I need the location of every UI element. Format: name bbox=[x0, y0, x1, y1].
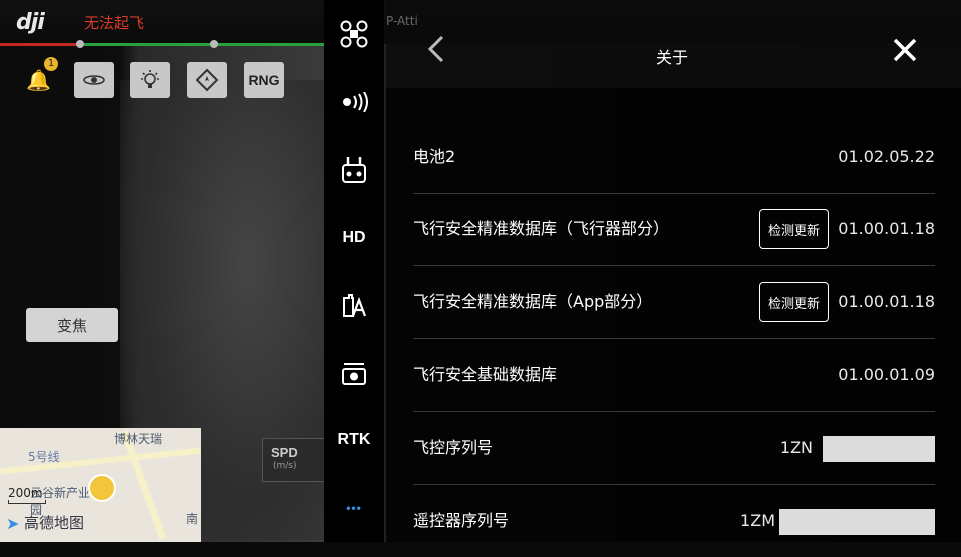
hd-settings-button[interactable]: HD bbox=[332, 216, 376, 260]
rng-button[interactable]: RNG bbox=[244, 62, 284, 98]
info-row-flysafe-app: 飞行安全精准数据库（App部分） 检测更新 01.00.01.18 bbox=[413, 266, 935, 339]
drone-settings-button[interactable] bbox=[332, 12, 376, 56]
notification-badge: 1 bbox=[44, 57, 58, 71]
zoom-button[interactable]: 变焦 bbox=[26, 308, 118, 342]
status-line-green bbox=[80, 43, 325, 46]
dji-logo[interactable]: dji bbox=[16, 10, 45, 35]
info-row-fc-serial: 飞控序列号 1ZN bbox=[413, 412, 935, 485]
back-arrow-icon[interactable] bbox=[424, 34, 446, 72]
row-label: 遥控器序列号 bbox=[413, 511, 510, 530]
mini-map[interactable]: 博林天瑞 5号线 云谷新产业园 南 200m ➤ 高德地图 bbox=[0, 428, 201, 542]
camera-icon bbox=[342, 363, 366, 385]
info-row-rc-serial: 遥控器序列号 1ZM bbox=[413, 485, 935, 557]
navigation-arrow-icon: ➤ bbox=[6, 514, 20, 533]
row-label: 飞行安全精准数据库（飞行器部分） bbox=[413, 219, 670, 238]
map-label: 5号线 bbox=[28, 450, 60, 464]
remote-controller-settings-button[interactable] bbox=[332, 148, 376, 192]
camera-settings-button[interactable] bbox=[332, 352, 376, 396]
more-settings-button[interactable]: ••• bbox=[332, 486, 376, 530]
orbit-icon bbox=[83, 75, 105, 85]
check-update-button[interactable]: 检测更新 bbox=[759, 282, 829, 322]
redacted-serial bbox=[779, 509, 935, 535]
flight-status-text[interactable]: 无法起飞 bbox=[84, 12, 144, 33]
row-label: 电池2 bbox=[413, 147, 456, 166]
waypoint-button[interactable] bbox=[187, 62, 227, 98]
info-row-flysafe-aircraft: 飞行安全精准数据库（飞行器部分） 检测更新 01.00.01.18 bbox=[413, 193, 935, 266]
orbit-mode-button[interactable] bbox=[74, 62, 114, 98]
info-row-battery2: 电池2 01.02.05.22 bbox=[413, 121, 935, 194]
battery-icon bbox=[343, 294, 367, 317]
signal-settings-button[interactable] bbox=[332, 80, 376, 124]
map-label: 博林天瑞 bbox=[114, 432, 163, 446]
aircraft-location-icon bbox=[88, 474, 116, 502]
bell-icon[interactable]: 🔔 bbox=[26, 68, 51, 92]
flight-mode-text: P-Atti bbox=[386, 14, 418, 28]
row-value: 01.02.05.22 bbox=[838, 147, 935, 166]
speed-widget: SPD (m/s) bbox=[262, 438, 326, 482]
battery-settings-button[interactable] bbox=[332, 284, 376, 328]
redacted-serial bbox=[823, 436, 935, 462]
remote-controller-icon bbox=[342, 157, 366, 183]
speed-unit: (m/s) bbox=[273, 461, 297, 471]
rtk-settings-button[interactable]: RTK bbox=[332, 418, 376, 462]
row-label: 飞控序列号 bbox=[413, 438, 494, 457]
check-update-button[interactable]: 检测更新 bbox=[759, 209, 829, 249]
about-panel: 电池2 01.02.05.22 飞行安全精准数据库（飞行器部分） 检测更新 01… bbox=[386, 88, 961, 542]
row-value: 01.00.01.18 bbox=[838, 292, 935, 311]
row-label: 飞行安全基础数据库 bbox=[413, 365, 558, 384]
map-scale-text: 200m bbox=[8, 486, 43, 500]
light-button[interactable] bbox=[130, 62, 170, 98]
status-line-marker bbox=[210, 40, 218, 48]
status-line-marker bbox=[76, 40, 84, 48]
info-row-flysafe-basic: 飞行安全基础数据库 01.00.01.09 bbox=[413, 339, 935, 412]
signal-icon bbox=[343, 92, 368, 112]
lightbulb-icon bbox=[141, 70, 159, 88]
drone-icon bbox=[340, 20, 368, 48]
map-provider-logo: 高德地图 bbox=[24, 514, 85, 532]
settings-side-menu: HD RTK ••• bbox=[324, 0, 384, 542]
row-label: 飞行安全精准数据库（App部分） bbox=[413, 292, 653, 311]
close-icon[interactable] bbox=[892, 36, 918, 68]
status-line-red bbox=[0, 43, 80, 46]
row-value: 01.00.01.09 bbox=[838, 365, 935, 384]
row-value: 1ZM bbox=[740, 511, 775, 530]
row-value: 1ZN bbox=[779, 438, 813, 457]
speed-label: SPD bbox=[271, 445, 298, 460]
panel-title: 关于 bbox=[655, 48, 688, 67]
diamond-icon bbox=[195, 68, 219, 92]
map-label: 南 bbox=[186, 512, 199, 526]
row-value: 01.00.01.18 bbox=[838, 219, 935, 238]
map-scale-bar bbox=[8, 500, 46, 504]
